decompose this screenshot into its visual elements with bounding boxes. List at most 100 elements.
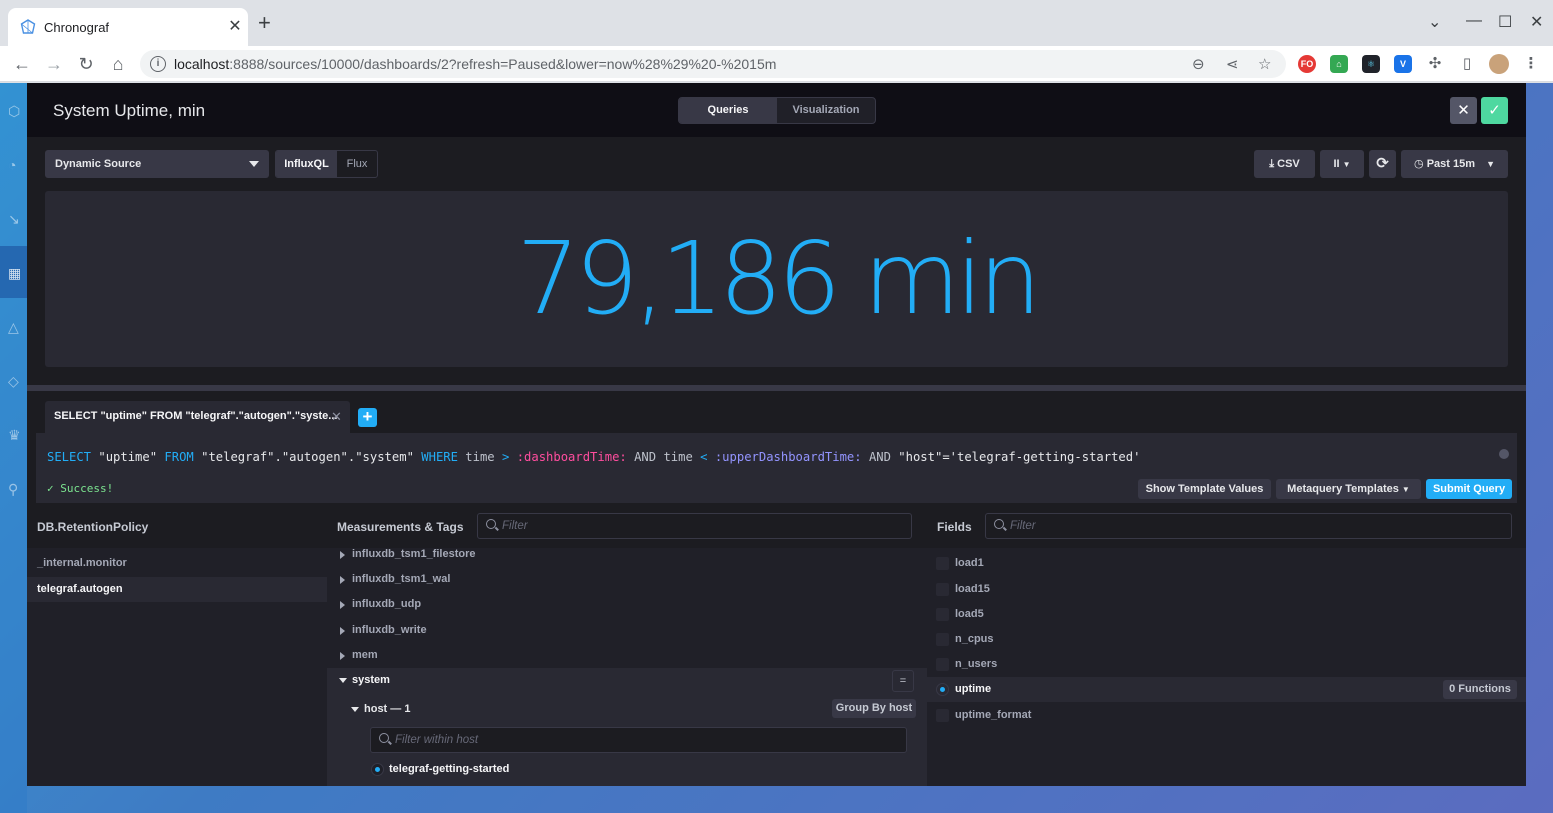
tag-filter-input[interactable]: Filter within host [370, 727, 907, 753]
chronograf-page: ⬡ ◔ ↘ ▦ △ ◇ ♛ ⚲ System Uptime, min Queri… [0, 83, 1553, 813]
field-checkbox[interactable] [936, 557, 949, 570]
field-item[interactable]: load15 [927, 577, 1526, 602]
fields-filter-input[interactable]: Filter [985, 513, 1512, 539]
lang-influxql[interactable]: InfluxQL [276, 151, 337, 177]
new-tab-button[interactable]: + [258, 12, 271, 34]
measurement-item[interactable]: influxdb_udp [327, 592, 927, 617]
react-devtools-icon[interactable]: ⚛ [1362, 55, 1380, 73]
query-status: ✓ Success! [47, 482, 114, 495]
bookmark-star-icon[interactable]: ☆ [1258, 55, 1271, 73]
query-text[interactable]: SELECT "uptime" FROM "telegraf"."autogen… [47, 450, 1140, 464]
tag-value-radio[interactable] [371, 763, 384, 776]
nav-logo-icon[interactable]: ⬡ [8, 103, 24, 119]
refresh-button[interactable]: ⟳ [1369, 150, 1396, 178]
cell-title[interactable]: System Uptime, min [53, 101, 205, 121]
nav-tag-icon[interactable]: ◇ [8, 373, 24, 389]
submit-query-button[interactable]: Submit Query [1426, 479, 1512, 499]
field-checkbox[interactable] [936, 608, 949, 621]
tag-value-item[interactable]: telegraf-getting-started [327, 757, 927, 782]
csv-button[interactable]: ⤓ CSV [1254, 150, 1315, 178]
save-button[interactable]: ✓ [1481, 97, 1508, 124]
lang-flux[interactable]: Flux [337, 151, 377, 177]
field-checkbox-checked[interactable] [936, 683, 949, 696]
extension-fo-icon[interactable]: FO [1298, 55, 1316, 73]
time-range-dropdown[interactable]: ◷ Past 15m ▼ [1401, 150, 1508, 178]
share-icon[interactable]: ⋖ [1226, 55, 1239, 73]
source-dropdown[interactable]: Dynamic Source [45, 150, 269, 178]
measurements-filter-input[interactable]: Filter [477, 513, 912, 539]
query-tab-label: SELECT "uptime" FROM "telegraf"."autogen… [54, 410, 338, 422]
extensions-puzzle-icon[interactable]: ✣ [1426, 55, 1444, 73]
measurements-list: influxdb_tsm1_filestore influxdb_tsm1_wa… [327, 548, 927, 786]
tag-key-item[interactable]: host — 1 [327, 697, 727, 722]
tag-panel: host — 1 Group By host Filter within hos… [327, 693, 927, 786]
query-tab[interactable]: SELECT "uptime" FROM "telegraf"."autogen… [45, 401, 350, 433]
field-checkbox[interactable] [936, 658, 949, 671]
tab-queries[interactable]: Queries [679, 98, 777, 123]
measurement-item-expanded[interactable]: system [327, 668, 927, 693]
field-item[interactable]: load1 [927, 551, 1526, 576]
measurement-item[interactable]: mem [327, 643, 927, 668]
show-template-values-button[interactable]: Show Template Values [1138, 479, 1271, 499]
metaquery-templates-dropdown[interactable]: Metaquery Templates ▼ [1276, 479, 1421, 499]
measurement-item[interactable]: influxdb_write [327, 618, 927, 643]
field-item[interactable]: n_cpus [927, 627, 1526, 652]
chevron-down-icon [249, 161, 259, 167]
download-icon: ⤓ [1269, 158, 1275, 170]
profile-avatar[interactable] [1489, 54, 1509, 74]
field-checkbox[interactable] [936, 583, 949, 596]
browser-menu-icon[interactable]: ⋮ [1522, 55, 1540, 73]
home-icon[interactable]: ⌂ [106, 52, 130, 76]
field-item[interactable]: uptime_format [927, 703, 1526, 728]
zoom-icon[interactable]: ⊖ [1192, 55, 1205, 73]
single-stat-graph: 79,186 min [45, 191, 1508, 367]
forward-icon[interactable]: → [42, 52, 66, 76]
schema-explorer: DB.RetentionPolicy _internal.monitor tel… [27, 503, 1526, 786]
field-item[interactable]: load5 [927, 602, 1526, 627]
db-item[interactable]: _internal.monitor [27, 551, 327, 576]
field-checkbox[interactable] [936, 709, 949, 722]
url-text[interactable]: localhost:8888/sources/10000/dashboards/… [174, 56, 776, 72]
field-item-selected[interactable]: uptime [927, 677, 1526, 702]
clock-icon: ◷ [1414, 158, 1424, 170]
overlay-header: System Uptime, min Queries Visualization… [27, 83, 1526, 137]
chronograf-favicon-icon [20, 19, 36, 34]
nav-explore-icon[interactable]: ↘ [8, 211, 24, 227]
caret-right-icon [340, 652, 345, 660]
db-retention-column: DB.RetentionPolicy _internal.monitor tel… [27, 503, 327, 786]
back-icon[interactable]: ← [10, 52, 34, 76]
add-query-button[interactable]: + [358, 408, 377, 427]
maximize-icon[interactable]: ☐ [1498, 12, 1512, 32]
nav-dashboards-icon[interactable]: ▦ [8, 265, 24, 281]
address-bar[interactable]: i localhost:8888/sources/10000/dashboard… [140, 50, 1286, 78]
eq-toggle-button[interactable]: = [892, 670, 914, 692]
extension-green-icon[interactable]: ⌂ [1330, 55, 1348, 73]
tab-close-icon[interactable]: ✕ [226, 16, 244, 36]
tab-visualization[interactable]: Visualization [777, 98, 875, 123]
db-item-selected[interactable]: telegraf.autogen [27, 577, 327, 602]
autorefresh-dropdown[interactable]: II ▼ [1320, 150, 1364, 178]
field-checkbox[interactable] [936, 633, 949, 646]
group-by-button[interactable]: Group By host [832, 699, 916, 718]
side-panel-icon[interactable]: ▯ [1458, 55, 1476, 73]
reload-icon[interactable]: ↻ [74, 52, 98, 76]
tab-search-icon[interactable]: ⌄ [1428, 12, 1441, 32]
browser-tab[interactable]: Chronograf ✕ [8, 8, 248, 46]
nav-config-icon[interactable]: ⚲ [8, 481, 24, 497]
extension-shield-icon[interactable]: V [1394, 55, 1412, 73]
site-info-icon[interactable]: i [150, 56, 166, 72]
nav-status-icon[interactable]: ◔ [8, 157, 24, 173]
functions-button[interactable]: 0 Functions [1443, 680, 1517, 699]
measurement-item[interactable]: influxdb_tsm1_wal [327, 567, 927, 592]
window-close-icon[interactable]: ✕ [1530, 12, 1543, 32]
nav-admin-icon[interactable]: ♛ [8, 427, 24, 443]
measurement-item[interactable]: influxdb_tsm1_filestore [327, 548, 927, 567]
minimize-icon[interactable]: — [1466, 12, 1482, 30]
query-status-dot [1499, 449, 1509, 459]
nav-alerts-icon[interactable]: △ [8, 319, 24, 335]
source-dropdown-label: Dynamic Source [55, 158, 142, 170]
field-item[interactable]: n_users [927, 652, 1526, 677]
query-editor[interactable]: SELECT "uptime" FROM "telegraf"."autogen… [36, 433, 1517, 503]
cancel-button[interactable]: ✕ [1450, 97, 1477, 124]
close-icon[interactable]: ✕ [331, 409, 342, 425]
